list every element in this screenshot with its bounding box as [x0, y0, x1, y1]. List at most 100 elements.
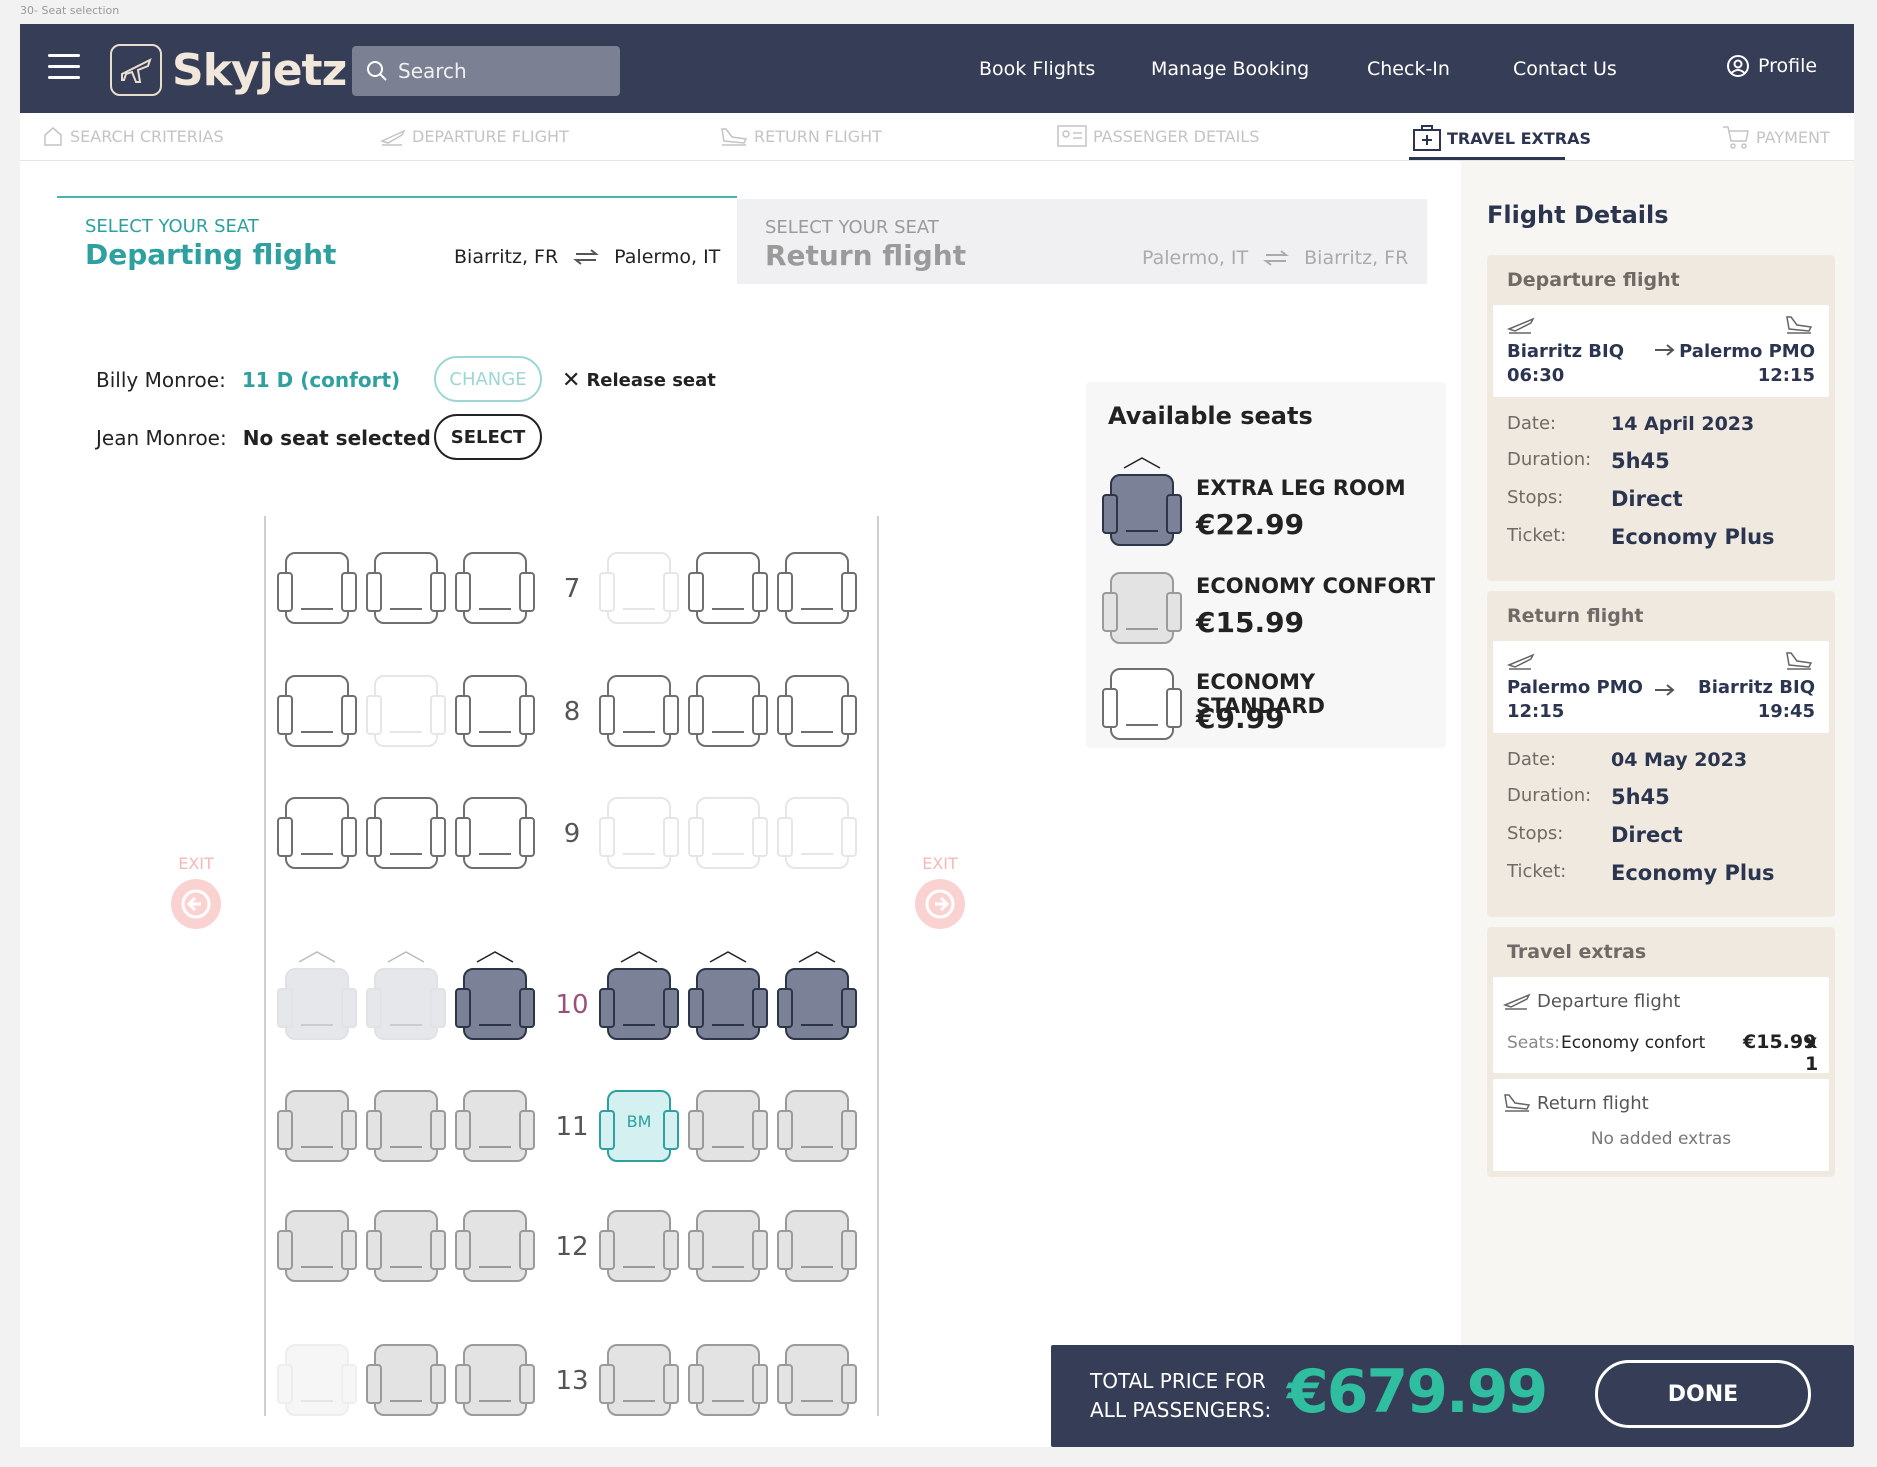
extras-departure: Departure flight Seats: Economy confort … — [1493, 977, 1829, 1075]
active-step-indicator — [1409, 157, 1565, 160]
seat-standard[interactable] — [775, 552, 859, 634]
seat-extra-legroom[interactable] — [686, 951, 770, 1050]
seat-standard[interactable] — [597, 675, 681, 757]
step-payment[interactable]: PAYMENT — [1722, 125, 1830, 149]
destination-airport: Biarritz BIQ — [1697, 677, 1815, 698]
tab-departing-flight[interactable]: SELECT YOUR SEAT Departing flight Biarri… — [57, 196, 737, 284]
seat-standard[interactable] — [364, 797, 448, 879]
total-price-label: TOTAL PRICE FOR ALL PASSENGERS: — [1090, 1367, 1271, 1425]
seat-confort[interactable] — [364, 1210, 448, 1292]
row-number: 9 — [563, 819, 581, 849]
extras-flight-label: Return flight — [1537, 1093, 1649, 1114]
hamburger-menu-icon[interactable] — [48, 54, 80, 80]
search-input[interactable] — [398, 59, 608, 83]
seat-confort[interactable] — [686, 1090, 770, 1172]
card-heading: Travel extras — [1507, 941, 1647, 963]
passenger-row: Jean Monroe: No seat selected — [96, 426, 431, 450]
seat-confort[interactable] — [453, 1090, 537, 1172]
seat-confort[interactable] — [775, 1344, 859, 1426]
nav-contact-us[interactable]: Contact Us — [1513, 58, 1617, 80]
profile-link[interactable]: Profile — [1726, 54, 1817, 78]
change-seat-button[interactable]: CHANGE — [434, 356, 542, 402]
return-flight-card: Return flight Palermo PMO 12:15 Biarritz… — [1487, 591, 1835, 917]
step-passenger-details[interactable]: PASSENGER DETAILS — [1057, 125, 1259, 147]
extras-flight-label: Departure flight — [1537, 991, 1681, 1012]
seat-standard-unavailable — [597, 797, 681, 879]
select-seat-button[interactable]: SELECT — [434, 414, 542, 460]
step-label: RETURN FLIGHT — [754, 126, 882, 146]
swap-arrows-icon — [1263, 250, 1289, 266]
medical-bag-icon — [1413, 125, 1441, 151]
done-button[interactable]: DONE — [1595, 1360, 1811, 1428]
seat-standard[interactable] — [275, 797, 359, 879]
seat-standard[interactable] — [453, 675, 537, 757]
flight-details-sidebar: Flight Details Departure flight Biarritz… — [1461, 161, 1854, 1447]
arrow-left-icon — [171, 879, 221, 929]
seat-confort[interactable] — [597, 1210, 681, 1292]
passenger-seat: No seat selected — [242, 426, 431, 450]
passenger-name: Jean Monroe: — [96, 426, 227, 450]
tab-title: Departing flight — [85, 238, 337, 271]
cabin-wall-left — [264, 516, 266, 1416]
seat-confort[interactable] — [686, 1344, 770, 1426]
profile-label: Profile — [1758, 55, 1818, 77]
seat-confort[interactable] — [364, 1344, 448, 1426]
seat-extra-legroom-unavailable — [275, 951, 359, 1050]
route-box: Biarritz BIQ 06:30 Palermo PMO 12:15 — [1493, 305, 1829, 397]
travel-extras-card: Travel extras Departure flight Seats: Ec… — [1487, 927, 1835, 1177]
extras-return: Return flight No added extras — [1493, 1079, 1829, 1171]
step-label: DEPARTURE FLIGHT — [412, 126, 569, 146]
step-search-criterias[interactable]: SEARCH CRITERIAS — [42, 125, 224, 147]
row-number: 12 — [555, 1232, 589, 1262]
seat-confort[interactable] — [453, 1210, 537, 1292]
no-extras-text: No added extras — [1590, 1129, 1732, 1149]
seat-standard[interactable] — [275, 552, 359, 634]
seat-extra-legroom[interactable] — [597, 951, 681, 1050]
seat-confort[interactable] — [775, 1210, 859, 1292]
seat-extra-legroom[interactable] — [775, 951, 859, 1050]
route-to: Biarritz, FR — [1304, 247, 1409, 269]
total-price-value: €679.99 — [1287, 1357, 1548, 1427]
card-heading: Departure flight — [1507, 269, 1680, 291]
step-departure-flight[interactable]: DEPARTURE FLIGHT — [380, 125, 569, 147]
seat-standard[interactable] — [686, 552, 770, 634]
release-seat-button[interactable]: ✕ Release seat — [562, 368, 716, 393]
detail-stops: Stops: Direct — [1507, 487, 1683, 511]
passenger-name: Billy Monroe: — [96, 368, 226, 392]
seat-selected[interactable]: BM — [597, 1090, 681, 1172]
legend-economy-confort-name: ECONOMY CONFORT — [1196, 574, 1436, 598]
search-box[interactable] — [352, 46, 620, 96]
nav-manage-booking[interactable]: Manage Booking — [1151, 58, 1309, 80]
seat-standard[interactable] — [775, 675, 859, 757]
row-number: 8 — [563, 697, 581, 727]
nav-check-in[interactable]: Check-In — [1367, 58, 1450, 80]
seat-extra-legroom[interactable] — [453, 951, 537, 1050]
seat-confort[interactable] — [775, 1090, 859, 1172]
seat-standard[interactable] — [275, 675, 359, 757]
route-from: Biarritz, FR — [454, 246, 559, 268]
step-travel-extras[interactable]: TRAVEL EXTRAS — [1413, 125, 1591, 151]
logo[interactable]: Skyjetz — [110, 44, 347, 96]
exit-left: EXIT — [168, 854, 224, 929]
seat-sample — [1100, 668, 1184, 750]
seat-standard[interactable] — [453, 552, 537, 634]
passenger-seat: 11 D (confort) — [241, 368, 401, 392]
card-heading: Return flight — [1507, 605, 1644, 627]
seat-confort[interactable] — [364, 1090, 448, 1172]
seat-confort[interactable] — [686, 1210, 770, 1292]
seat-standard[interactable] — [364, 552, 448, 634]
tab-route: Palermo, IT Biarritz, FR — [1142, 247, 1408, 269]
detail-ticket: Ticket: Economy Plus — [1507, 525, 1775, 549]
seat-confort[interactable] — [275, 1210, 359, 1292]
seat-standard[interactable] — [453, 797, 537, 879]
legend-economy-standard-price: €9.99 — [1196, 702, 1285, 735]
seat-standard[interactable] — [686, 675, 770, 757]
seat-confort[interactable] — [275, 1090, 359, 1172]
step-return-flight[interactable]: RETURN FLIGHT — [720, 125, 882, 147]
extras-seats-key: Seats: — [1507, 1033, 1560, 1053]
seat-confort[interactable] — [453, 1344, 537, 1426]
tab-return-flight[interactable]: SELECT YOUR SEAT Return flight Palermo, … — [737, 199, 1427, 284]
nav-book-flights[interactable]: Book Flights — [979, 58, 1095, 80]
chevron-up-icon — [1123, 457, 1161, 469]
seat-confort[interactable] — [597, 1344, 681, 1426]
